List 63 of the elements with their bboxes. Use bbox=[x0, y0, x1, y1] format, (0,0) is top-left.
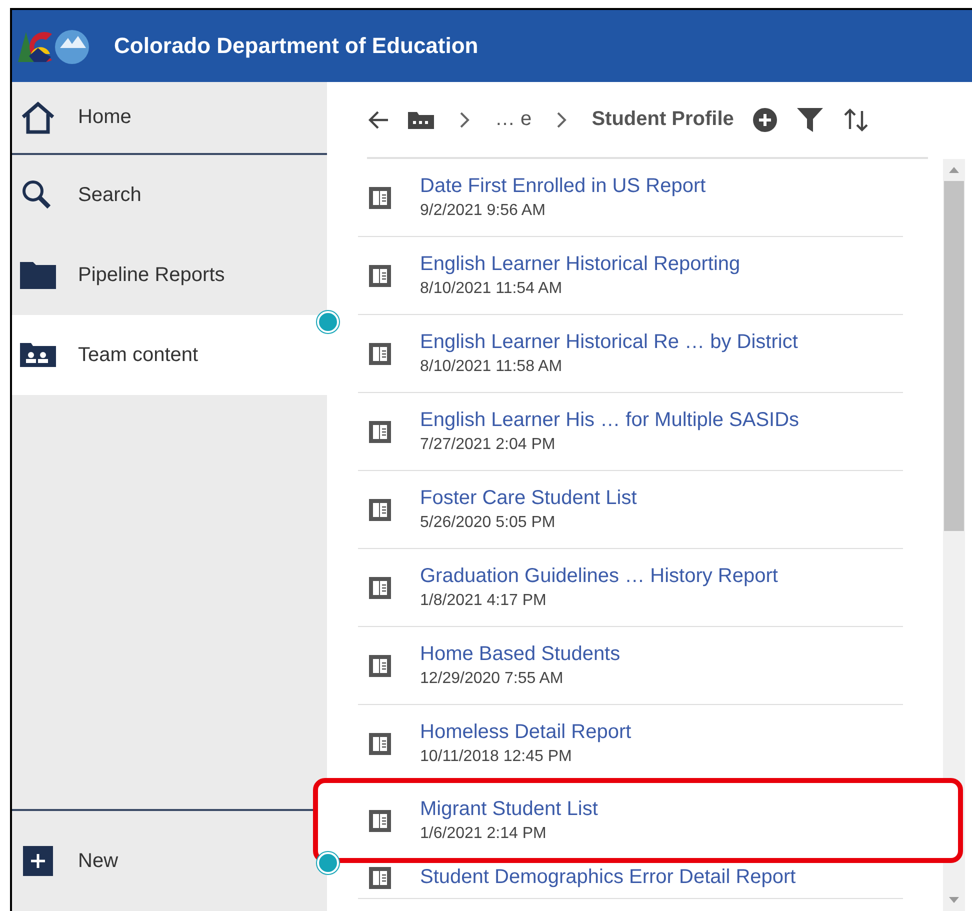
report-icon bbox=[368, 498, 392, 522]
report-icon bbox=[368, 732, 392, 756]
report-icon bbox=[368, 808, 392, 832]
report-link[interactable]: Student Demographics Error Detail Report bbox=[420, 866, 796, 889]
report-icon bbox=[368, 342, 392, 366]
list-item[interactable]: English Learner Historical Reporting 8/10/2021 11:54 AM bbox=[358, 237, 903, 314]
list-item[interactable]: Homeless Detail Report 10/11/2018 12:45 PM bbox=[358, 705, 903, 782]
highlighted-row[interactable]: Migrant Student List 1/6/2021 2:14 PM bbox=[313, 778, 963, 863]
new-button[interactable]: New bbox=[12, 836, 130, 886]
list-item[interactable]: Foster Care Student List 5/26/2020 5:05 PM bbox=[358, 471, 903, 548]
folder-icon[interactable] bbox=[407, 110, 435, 130]
report-link[interactable]: Home Based Students bbox=[420, 643, 620, 666]
report-icon bbox=[368, 264, 392, 288]
sort-button[interactable] bbox=[842, 106, 870, 132]
back-arrow-icon bbox=[367, 110, 389, 130]
breadcrumb-link[interactable]: … e bbox=[495, 108, 532, 131]
report-date: 8/10/2021 11:54 AM bbox=[420, 280, 564, 298]
report-date: 10/11/2018 12:45 PM bbox=[420, 748, 573, 766]
report-date: 12/29/2020 7:55 AM bbox=[420, 670, 564, 688]
list-item[interactable]: Graduation Guidelines … History Report 1/8/2021 4:17 PM bbox=[358, 549, 903, 626]
filter-icon bbox=[796, 106, 824, 132]
report-date: 1/6/2021 2:14 PM bbox=[420, 825, 548, 843]
sidebar-item[interactable]: Search bbox=[12, 155, 327, 235]
chevron-icon bbox=[459, 110, 471, 128]
scrollbar[interactable] bbox=[943, 159, 965, 911]
report-icon bbox=[368, 420, 392, 444]
chevron-icon bbox=[556, 110, 568, 128]
app-title: Colorado Department of Education bbox=[114, 33, 478, 59]
filter-button[interactable] bbox=[796, 106, 824, 132]
folder-icon bbox=[18, 260, 58, 290]
report-icon bbox=[368, 654, 392, 678]
back-button[interactable] bbox=[367, 110, 389, 130]
report-link[interactable]: English Learner Historical Reporting bbox=[420, 253, 740, 276]
list-item[interactable]: English Learner His … for Multiple SASIDs 7/27/2021 2:04 PM bbox=[358, 393, 903, 470]
list-item[interactable]: Home Based Students 12/29/2020 7:55 AM bbox=[358, 627, 903, 704]
sidebar-item[interactable]: Pipeline Reports bbox=[12, 235, 327, 315]
report-icon bbox=[368, 576, 392, 600]
add-button[interactable] bbox=[752, 106, 778, 132]
report-date: 7/27/2021 2:04 PM bbox=[420, 436, 556, 454]
sort-icon bbox=[842, 106, 870, 132]
report-date: 5/26/2020 5:05 PM bbox=[420, 514, 556, 532]
report-link[interactable]: English Learner Historical Re … by District bbox=[420, 331, 798, 354]
list-item[interactable]: English Learner Historical Re … by District 8/10/2021 11:58 AM bbox=[358, 315, 903, 392]
report-link[interactable]: English Learner His … for Multiple SASIDs bbox=[420, 409, 800, 432]
sidebar-item[interactable]: Team content bbox=[12, 315, 327, 395]
report-icon bbox=[368, 186, 392, 210]
list-item[interactable]: Date First Enrolled in US Report 9/2/2021 9:56 AM bbox=[358, 159, 903, 236]
report-link[interactable]: Homeless Detail Report bbox=[420, 721, 632, 744]
sidebar-item[interactable]: Home bbox=[12, 82, 327, 155]
report-link[interactable]: Foster Care Student List bbox=[420, 487, 637, 510]
breadcrumb-current: Student Profile bbox=[592, 108, 734, 131]
list-item[interactable]: Student Demographics Error Detail Report bbox=[358, 862, 903, 898]
report-date: 9/2/2021 9:56 AM bbox=[420, 202, 546, 220]
report-date: 1/8/2021 4:17 PM bbox=[420, 592, 548, 610]
report-icon bbox=[368, 866, 392, 890]
hotspot-marker[interactable] bbox=[317, 852, 339, 874]
report-link[interactable]: Migrant Student List bbox=[420, 798, 598, 821]
report-date: 8/10/2021 11:58 AM bbox=[420, 358, 564, 376]
hotspot-marker[interactable] bbox=[317, 311, 339, 333]
team-folder-icon bbox=[18, 342, 58, 368]
report-link[interactable]: Graduation Guidelines … History Report bbox=[420, 565, 778, 588]
report-link[interactable]: Date First Enrolled in US Report bbox=[420, 175, 706, 198]
add-icon bbox=[752, 106, 778, 132]
